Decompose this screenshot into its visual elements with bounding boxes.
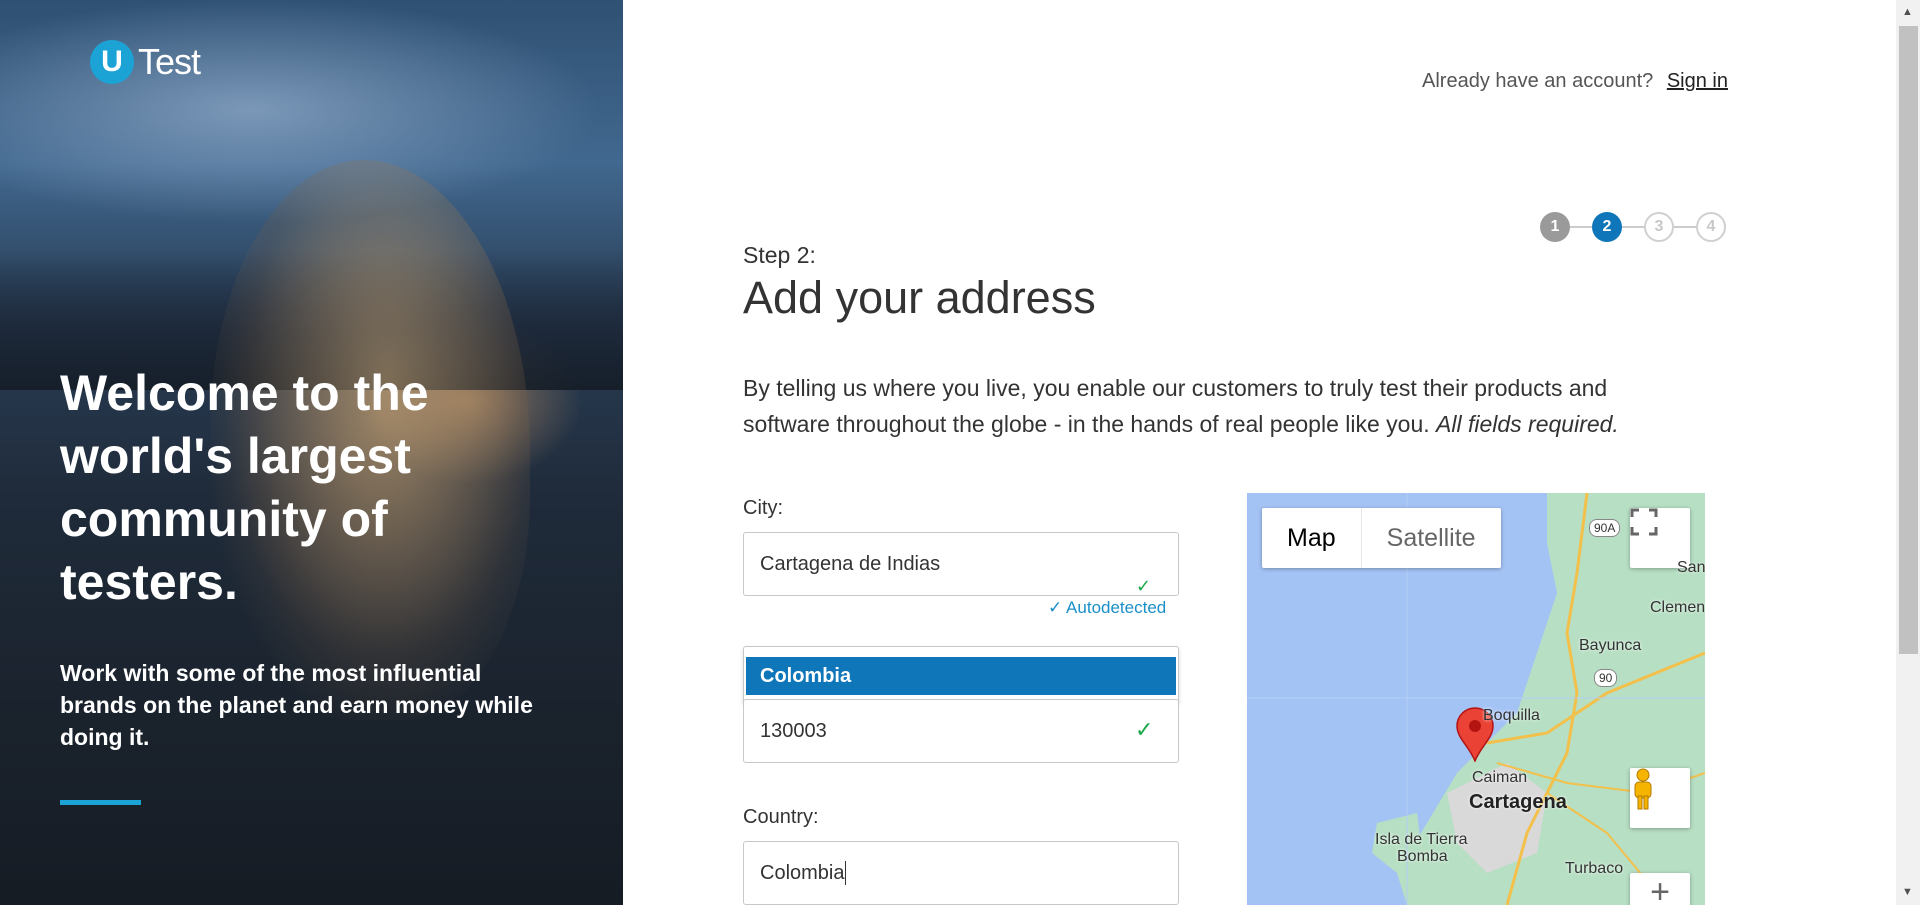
step-3: 3 [1644, 212, 1674, 242]
intro-text: By telling us where you live, you enable… [743, 370, 1683, 442]
map-label-isla: Isla de Tierra [1375, 831, 1468, 848]
country-input[interactable]: Colombia [743, 841, 1179, 905]
city-input-value: Cartagena de Indias [760, 552, 941, 575]
map-label-turbaco: Turbaco [1565, 860, 1624, 877]
zip-input-value: 130003 [760, 719, 827, 742]
signin-prompt: Already have an account? Sign in [1422, 70, 1728, 93]
location-map[interactable]: Map Satellite + 90A 90 San Clemen Bayunc… [1247, 493, 1705, 905]
signin-link[interactable]: Sign in [1667, 70, 1728, 92]
step-label: Step 2: [743, 242, 816, 268]
step-connector [1570, 226, 1592, 228]
pegman-icon [1634, 768, 1652, 810]
step-connector [1674, 226, 1696, 228]
autodetected-check-icon: ✓ [1048, 598, 1063, 617]
country-input-value: Colombia [760, 861, 845, 884]
intro-emphasis: All fields required. [1436, 411, 1619, 437]
hero-panel: U Test Welcome to the world's largest co… [0, 0, 623, 905]
hero-subtitle: Work with some of the most influential b… [60, 660, 533, 750]
scrollbar-thumb[interactable] [1899, 26, 1918, 654]
zip-check-icon: ✓ [1135, 717, 1154, 742]
fullscreen-icon [1630, 508, 1658, 536]
step-2: 2 [1592, 212, 1622, 242]
scroll-up-arrow-icon[interactable]: ▲ [1902, 6, 1913, 18]
road-badge-90: 90 [1594, 669, 1618, 687]
city-label: City: [743, 497, 783, 519]
logo-wordmark: Test [138, 41, 201, 82]
step-connector [1622, 226, 1644, 228]
step-4: 4 [1696, 212, 1726, 242]
page-title: Add your address [743, 272, 1096, 323]
autodetected-label: Autodetected [1066, 598, 1167, 617]
city-input[interactable]: Cartagena de Indias [743, 532, 1179, 596]
map-label-bomba: Bomba [1397, 848, 1448, 865]
map-label-san: San [1677, 559, 1705, 576]
scroll-down-arrow-icon[interactable]: ▼ [1902, 886, 1913, 898]
map-label-bayunca: Bayunca [1579, 637, 1642, 654]
text-caret [845, 861, 847, 885]
country-label: Country: [743, 806, 819, 828]
page-scrollbar[interactable]: ▲ ▼ [1896, 0, 1920, 905]
logo-mark: U [90, 40, 134, 84]
map-label-cartagena: Cartagena [1469, 791, 1567, 813]
zip-input[interactable]: 130003 [743, 699, 1179, 763]
road-badge-90a: 90A [1589, 519, 1621, 537]
city-check-icon: ✓ [1136, 576, 1152, 596]
step-1: 1 [1540, 212, 1570, 242]
map-type-satellite-button[interactable]: Satellite [1362, 508, 1501, 568]
autocomplete-option-colombia[interactable]: Colombia [746, 657, 1176, 695]
hero-accent-bar [60, 800, 141, 805]
map-label-clemente: Clemen [1650, 599, 1705, 616]
account-prompt-text: Already have an account? [1422, 70, 1654, 92]
utest-logo[interactable]: U Test [90, 40, 201, 84]
hero-title: Welcome to the world's largest community… [60, 365, 429, 610]
progress-stepper: 1 2 3 4 [1540, 212, 1726, 242]
country-autocomplete-dropdown: Colombia [743, 646, 1179, 704]
map-type-map-button[interactable]: Map [1262, 508, 1362, 568]
plus-icon: + [1650, 872, 1670, 905]
map-label-caiman: Caiman [1472, 769, 1528, 786]
zoom-in-button[interactable]: + [1630, 873, 1690, 905]
street-view-pegman-button[interactable] [1630, 768, 1690, 828]
map-label-boquilla: Boquilla [1483, 707, 1540, 724]
map-type-control: Map Satellite [1262, 508, 1501, 568]
autodetected-note: ✓ Autodetected [1048, 598, 1166, 618]
